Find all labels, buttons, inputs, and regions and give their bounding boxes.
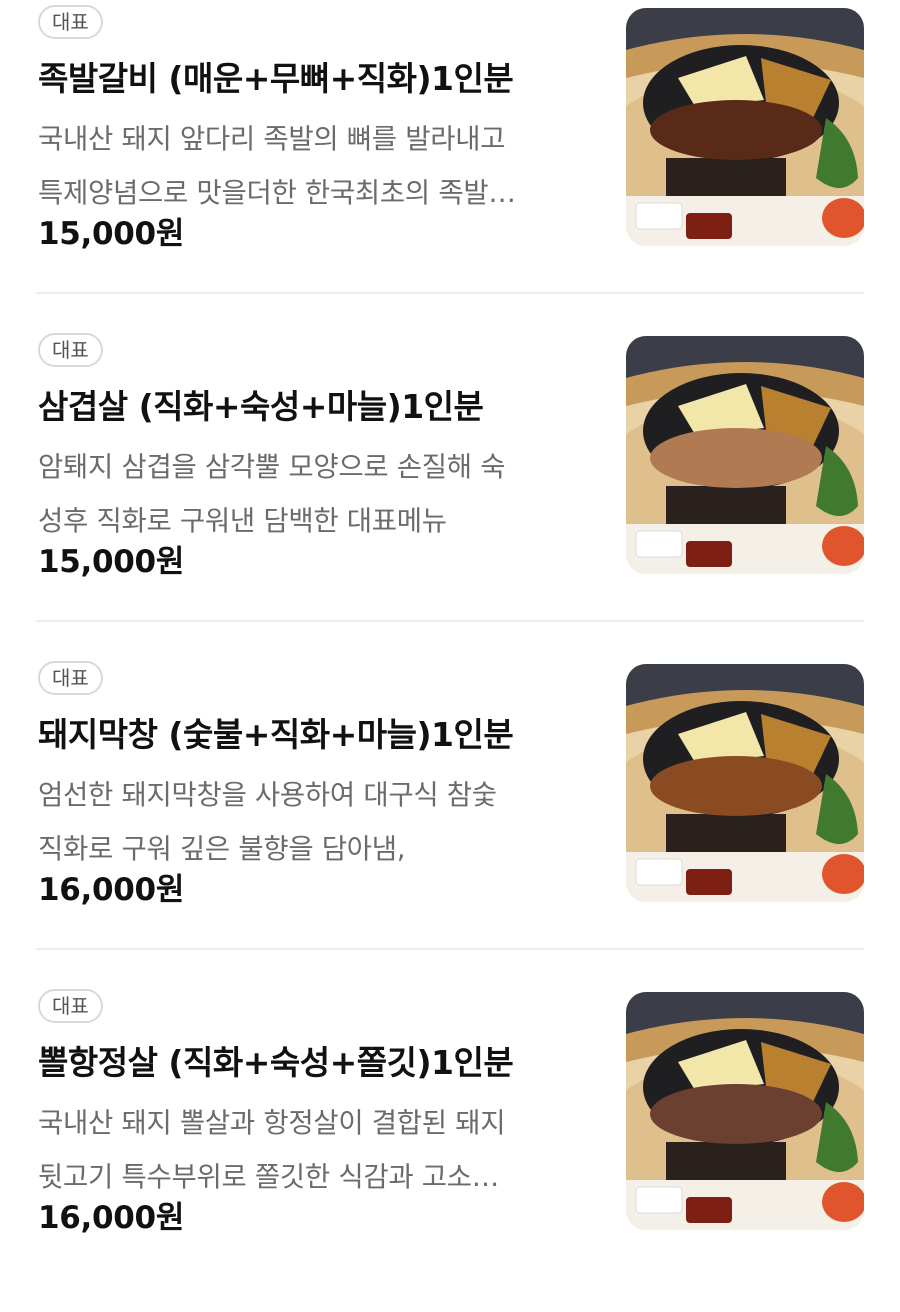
menu-item-description: 암퇘지 삼겹을 삼각뿔 모양으로 손질해 숙 성후 직화로 구워낸 담백한 대표… xyxy=(38,440,593,548)
food-photo-illustration xyxy=(626,664,864,902)
menu-item-photo[interactable] xyxy=(626,336,864,574)
menu-item-price: 15,000원 xyxy=(38,216,185,252)
menu-item[interactable]: 대표 돼지막창 (숯불+직화+마늘)1인분 엄선한 돼지막창을 사용하여 대구식… xyxy=(0,656,900,984)
description-line: 엄선한 돼지막창을 사용하여 대구식 참숯 xyxy=(38,779,497,811)
menu-item-photo[interactable] xyxy=(626,992,864,1230)
description-line: 암퇘지 삼겹을 삼각뿔 모양으로 손질해 숙 xyxy=(38,451,506,483)
menu-item-price: 15,000원 xyxy=(38,544,185,580)
menu-item-price: 16,000원 xyxy=(38,1200,185,1236)
menu-item-description: 국내산 돼지 뽈살과 항정살이 결합된 돼지 뒷고기 특수부위로 쫄깃한 식감과… xyxy=(38,1096,593,1204)
description-line: 국내산 돼지 앞다리 족발의 뼈를 발라내고 xyxy=(38,123,506,155)
signature-badge: 대표 xyxy=(38,989,103,1023)
menu-item-name[interactable]: 삼겹살 (직화+숙성+마늘)1인분 xyxy=(38,380,484,428)
signature-badge: 대표 xyxy=(38,5,103,39)
menu-item-name[interactable]: 뽈항정살 (직화+숙성+쫄깃)1인분 xyxy=(38,1036,514,1084)
menu-item[interactable]: 대표 족발갈비 (매운+무뼈+직화)1인분 국내산 돼지 앞다리 족발의 뼈를 … xyxy=(0,0,900,328)
divider xyxy=(36,948,864,950)
signature-badge: 대표 xyxy=(38,333,103,367)
food-photo-illustration xyxy=(626,336,864,574)
divider xyxy=(36,620,864,622)
food-photo-illustration xyxy=(626,8,864,246)
signature-badge: 대표 xyxy=(38,661,103,695)
menu-item[interactable]: 대표 뽈항정살 (직화+숙성+쫄깃)1인분 국내산 돼지 뽈살과 항정살이 결합… xyxy=(0,984,900,1312)
menu-item-name[interactable]: 돼지막창 (숯불+직화+마늘)1인분 xyxy=(38,708,514,756)
menu-item-photo[interactable] xyxy=(626,8,864,246)
menu-item-name[interactable]: 족발갈비 (매운+무뼈+직화)1인분 xyxy=(38,52,514,100)
menu-item-photo[interactable] xyxy=(626,664,864,902)
divider xyxy=(36,292,864,294)
menu-item-description: 국내산 돼지 앞다리 족발의 뼈를 발라내고 특제양념으로 맛을더한 한국최초의… xyxy=(38,112,593,220)
description-line: 국내산 돼지 뽈살과 항정살이 결합된 돼지 xyxy=(38,1107,506,1139)
menu-item[interactable]: 대표 삼겹살 (직화+숙성+마늘)1인분 암퇘지 삼겹을 삼각뿔 모양으로 손질… xyxy=(0,328,900,656)
menu-item-description: 엄선한 돼지막창을 사용하여 대구식 참숯 직화로 구워 깊은 불향을 담아냄, xyxy=(38,768,593,876)
food-photo-illustration xyxy=(626,992,864,1230)
menu-item-price: 16,000원 xyxy=(38,872,185,908)
